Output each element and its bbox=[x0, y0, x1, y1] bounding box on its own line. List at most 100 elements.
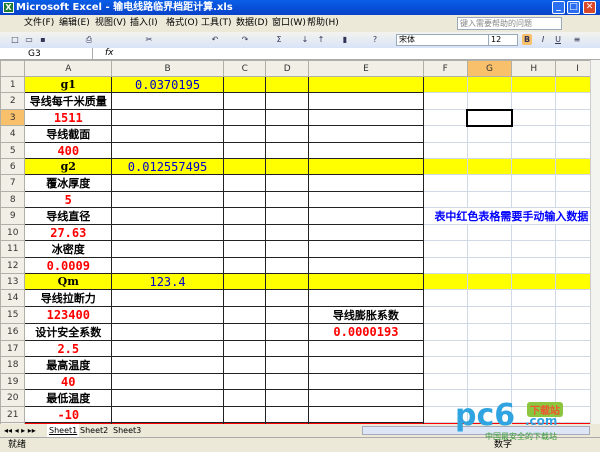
cell-e1[interactable] bbox=[307, 76, 424, 93]
cell-a16[interactable]: 设计安全系数 bbox=[24, 323, 113, 341]
cell-e2[interactable] bbox=[307, 92, 424, 110]
cell-e5[interactable] bbox=[307, 142, 424, 159]
cell-h5[interactable] bbox=[511, 142, 557, 159]
cell-b2[interactable] bbox=[111, 92, 224, 110]
align-icon[interactable]: ≡ bbox=[572, 34, 582, 45]
cell-h14[interactable] bbox=[511, 289, 557, 307]
row-header-14[interactable]: 14 bbox=[0, 289, 26, 307]
cell-c2[interactable] bbox=[222, 92, 267, 110]
cell-a11[interactable]: 冰密度 bbox=[24, 240, 113, 258]
redo-icon[interactable]: ↷ bbox=[240, 34, 250, 45]
formula-input[interactable] bbox=[120, 48, 590, 60]
tab-sheet2[interactable]: Sheet2 bbox=[80, 424, 108, 437]
cell-c6[interactable] bbox=[222, 158, 267, 175]
cell-d11[interactable] bbox=[265, 240, 309, 258]
cell-e19[interactable] bbox=[307, 373, 424, 390]
cell-d18[interactable] bbox=[265, 356, 309, 374]
cell-e15[interactable]: 导线膨胀系数 bbox=[307, 306, 424, 324]
menu-window[interactable]: 窗口(W) bbox=[272, 15, 306, 32]
cell-h16[interactable] bbox=[511, 323, 557, 341]
cell-e17[interactable] bbox=[307, 340, 424, 357]
cell-h10[interactable] bbox=[511, 224, 557, 241]
row-header-21[interactable]: 21 bbox=[0, 406, 26, 423]
cell-b1[interactable]: 0.0370195 bbox=[111, 76, 224, 93]
help-search-input[interactable]: 键入需要帮助的问题 bbox=[457, 17, 562, 30]
cell-d3[interactable] bbox=[265, 109, 309, 126]
row-header-3[interactable]: 3 bbox=[0, 109, 26, 126]
cell-d15[interactable] bbox=[265, 306, 309, 324]
cell-f14[interactable] bbox=[422, 289, 468, 307]
tab-sheet1[interactable]: Sheet1 bbox=[47, 424, 80, 437]
row-header-18[interactable]: 18 bbox=[0, 356, 26, 374]
cell-g13[interactable] bbox=[466, 273, 513, 290]
cell-a15[interactable]: 123400 bbox=[24, 306, 113, 324]
cell-b7[interactable] bbox=[111, 174, 224, 192]
open-icon[interactable]: ▭ bbox=[24, 34, 34, 45]
cell-d7[interactable] bbox=[265, 174, 309, 192]
cell-d5[interactable] bbox=[265, 142, 309, 159]
cell-f1[interactable] bbox=[422, 76, 468, 93]
cell-f4[interactable] bbox=[422, 125, 468, 143]
row-header-10[interactable]: 10 bbox=[0, 224, 26, 241]
menu-tools[interactable]: 工具(T) bbox=[201, 15, 232, 32]
menu-help[interactable]: 帮助(H) bbox=[307, 15, 339, 32]
cell-c15[interactable] bbox=[222, 306, 267, 324]
cell-c14[interactable] bbox=[222, 289, 267, 307]
row-header-17[interactable]: 17 bbox=[0, 340, 26, 357]
cell-d13[interactable] bbox=[265, 273, 309, 290]
cell-a3[interactable]: 1511 bbox=[24, 109, 113, 126]
help-icon[interactable]: ? bbox=[370, 34, 380, 45]
cell-d10[interactable] bbox=[265, 224, 309, 241]
cell-b13[interactable]: 123.4 bbox=[111, 273, 224, 290]
cell-f8[interactable] bbox=[422, 191, 468, 208]
cell-d4[interactable] bbox=[265, 125, 309, 143]
cell-e3[interactable] bbox=[307, 109, 424, 126]
row-header-13[interactable]: 13 bbox=[0, 273, 26, 290]
cell-g4[interactable] bbox=[466, 125, 513, 143]
cell-h13[interactable] bbox=[511, 273, 557, 290]
cell-h19[interactable] bbox=[511, 373, 557, 390]
menu-edit[interactable]: 编辑(E) bbox=[59, 15, 90, 32]
select-all-button[interactable] bbox=[0, 60, 26, 77]
cell-c7[interactable] bbox=[222, 174, 267, 192]
column-header-a[interactable]: A bbox=[24, 60, 113, 77]
close-button[interactable]: ✕ bbox=[583, 1, 596, 14]
input-note[interactable]: 表中红色表格需要手动输入数据 bbox=[422, 207, 600, 225]
cell-b15[interactable] bbox=[111, 306, 224, 324]
cell-b20[interactable] bbox=[111, 389, 224, 407]
cell-g15[interactable] bbox=[466, 306, 513, 324]
cell-c16[interactable] bbox=[222, 323, 267, 341]
cell-c13[interactable] bbox=[222, 273, 267, 290]
cell-c20[interactable] bbox=[222, 389, 267, 407]
tab-sheet3[interactable]: Sheet3 bbox=[113, 424, 141, 437]
sort-descending-icon[interactable]: ↑ bbox=[316, 34, 326, 45]
cell-f18[interactable] bbox=[422, 356, 468, 374]
maximize-button[interactable]: □ bbox=[567, 1, 580, 14]
cell-e7[interactable] bbox=[307, 174, 424, 192]
cell-e9[interactable] bbox=[307, 207, 424, 225]
cell-e12[interactable] bbox=[307, 257, 424, 274]
cell-a8[interactable]: 5 bbox=[24, 191, 113, 208]
cell-f17[interactable] bbox=[422, 340, 468, 357]
cell-e13[interactable] bbox=[307, 273, 424, 290]
cell-b17[interactable] bbox=[111, 340, 224, 357]
cell-a13[interactable]: Qm bbox=[24, 273, 113, 290]
row-header-1[interactable]: 1 bbox=[0, 76, 26, 93]
cell-c3[interactable] bbox=[222, 109, 267, 126]
column-header-d[interactable]: D bbox=[265, 60, 309, 77]
cell-b14[interactable] bbox=[111, 289, 224, 307]
minimize-button[interactable]: _ bbox=[552, 1, 565, 14]
cell-b6[interactable]: 0.012557495 bbox=[111, 158, 224, 175]
cell-d16[interactable] bbox=[265, 323, 309, 341]
row-header-9[interactable]: 9 bbox=[0, 207, 26, 225]
menu-insert[interactable]: 插入(I) bbox=[130, 15, 158, 32]
cell-b8[interactable] bbox=[111, 191, 224, 208]
column-header-f[interactable]: F bbox=[422, 60, 468, 77]
menu-view[interactable]: 视图(V) bbox=[95, 15, 126, 32]
cell-a20[interactable]: 最低温度 bbox=[24, 389, 113, 407]
new-icon[interactable]: □ bbox=[10, 34, 20, 45]
cell-a2[interactable]: 导线每千米质量 bbox=[24, 92, 113, 110]
cell-b10[interactable] bbox=[111, 224, 224, 241]
cell-f15[interactable] bbox=[422, 306, 468, 324]
row-header-12[interactable]: 12 bbox=[0, 257, 26, 274]
